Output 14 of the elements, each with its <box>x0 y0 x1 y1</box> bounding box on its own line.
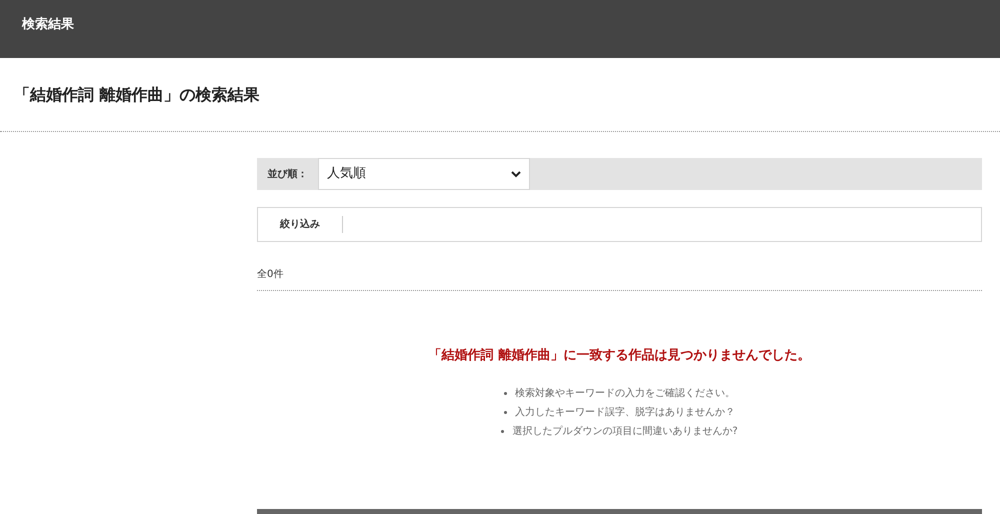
bullet-icon <box>504 392 507 394</box>
page-title: 「結婚作詞 離婚作曲」の検索結果 <box>14 84 260 106</box>
filter-button[interactable]: 絞り込み <box>258 216 343 233</box>
sort-label: 並び順： <box>266 168 308 182</box>
header-title: 検索結果 <box>22 17 74 32</box>
chevron-down-icon <box>511 170 521 178</box>
bullet-icon <box>504 410 507 414</box>
result-count: 全0件 <box>257 269 284 280</box>
tip-text: 選択したプルダウンの項目に間違いありませんか? <box>512 424 738 438</box>
bullet-icon <box>501 430 504 432</box>
tip-text: 検索対象やキーワードの入力をご確認ください。 <box>515 386 735 400</box>
tip-text: 入力したキーワード誤字、脱字はありませんか？ <box>515 406 735 420</box>
sort-select[interactable]: 人気順 <box>318 158 530 190</box>
no-results-message: 「結婚作詞 離婚作曲」に一致する作品は見つかりませんでした。 <box>428 347 810 365</box>
